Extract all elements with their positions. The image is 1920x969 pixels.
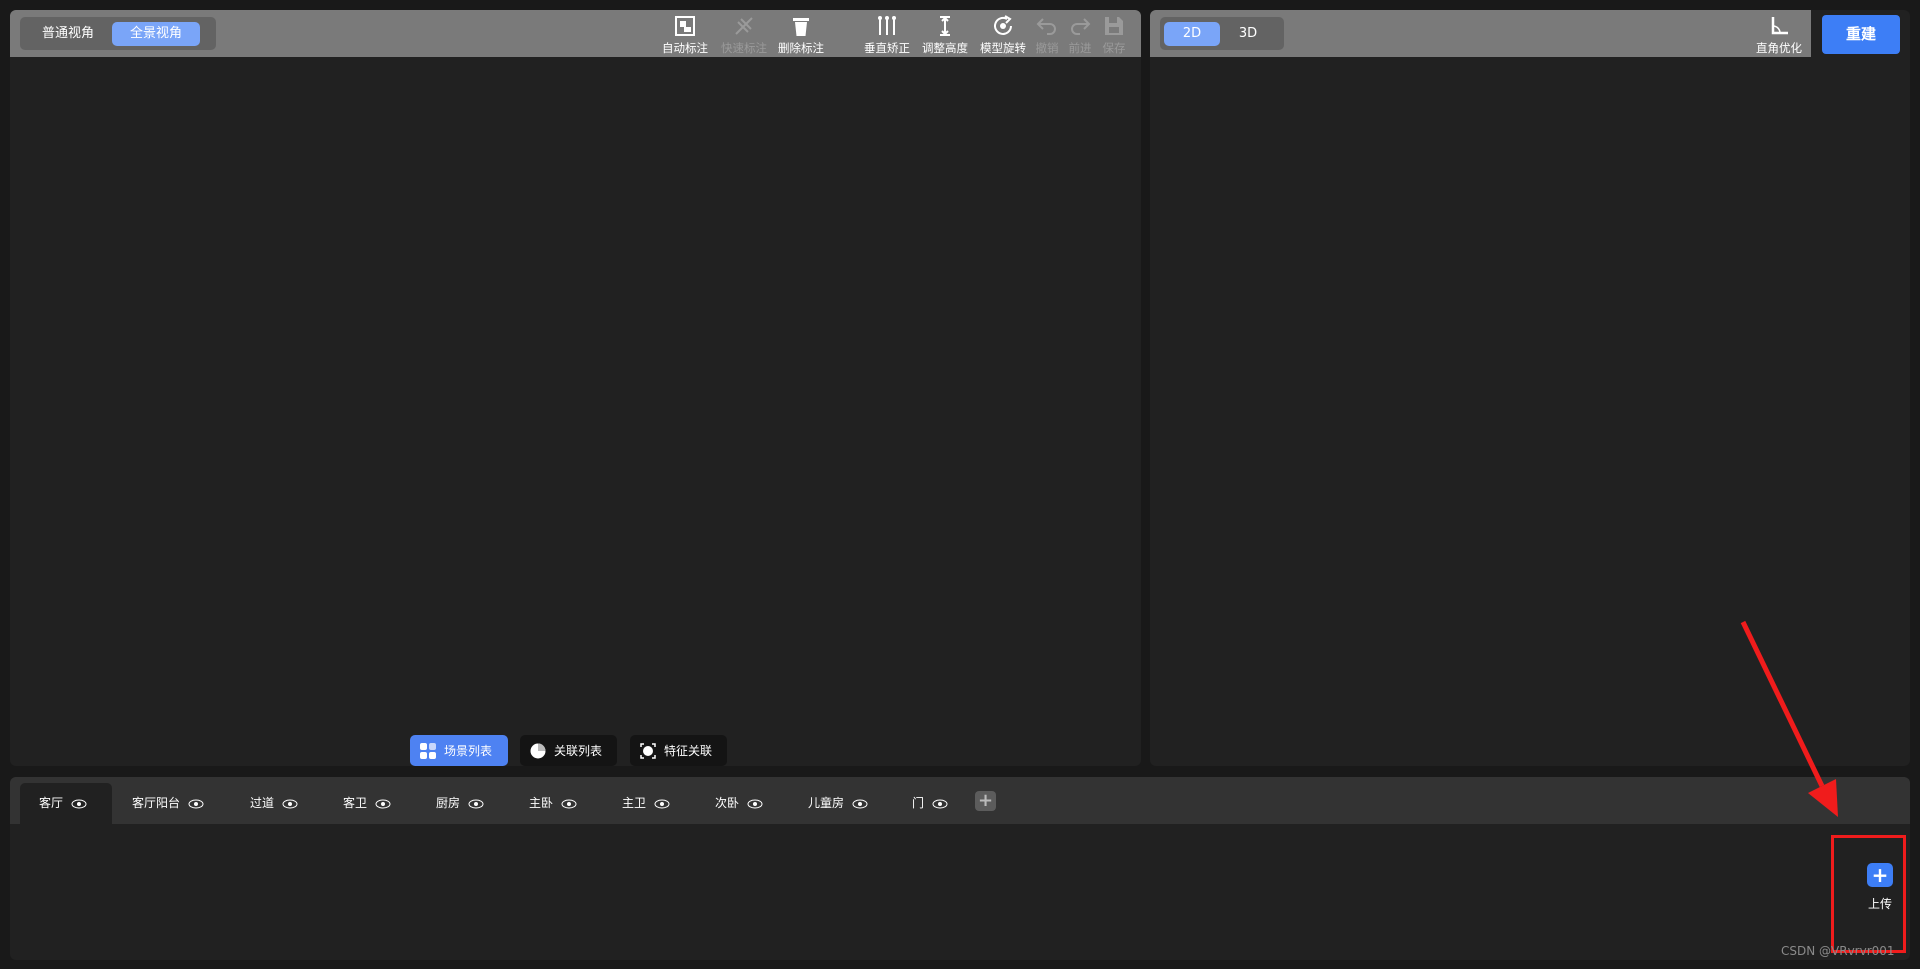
eye-icon [71, 799, 87, 808]
eye-icon [468, 799, 484, 808]
vertical-correct-button[interactable]: 垂直矫正 [858, 13, 916, 55]
view-mode-normal[interactable]: 普通视角 [24, 22, 112, 46]
add-tab-button[interactable]: + [975, 791, 996, 811]
eye-icon [375, 799, 391, 808]
scene-list-icon [420, 742, 436, 759]
dimension-switch: 2D 3D [1160, 17, 1284, 50]
undo-button[interactable]: 撤销 [1030, 13, 1064, 55]
tab-label: 客卫 [343, 796, 368, 810]
scene-list-button[interactable]: 场景列表 [410, 735, 508, 766]
view-mode-switch: 普通视角 全景视角 [20, 17, 216, 50]
auto-mark-button[interactable]: 自动标注 [656, 13, 714, 55]
height-adjust-icon [940, 16, 950, 36]
eye-icon [654, 799, 670, 808]
room-panel: 客厅 客厅阳台 过道 客卫 厨房 主卧 主卫 次卧 儿童房 门 + + 上传 [10, 777, 1910, 960]
eye-icon [932, 799, 948, 808]
tab-label: 客厅阳台 [132, 796, 181, 810]
feature-link-button[interactable]: 特征关联 [630, 735, 727, 766]
redo-icon [1071, 18, 1091, 35]
right-angle-icon [1771, 17, 1788, 35]
tab-label: 厨房 [436, 796, 461, 810]
redo-label: 前进 [1068, 41, 1092, 55]
tab-living-room[interactable]: 客厅 [20, 783, 112, 824]
adjust-height-label: 调整高度 [922, 41, 968, 55]
eye-icon [561, 799, 577, 808]
adjust-height-button[interactable]: 调整高度 [916, 13, 974, 55]
tab-master-bath[interactable]: 主卫 [603, 783, 683, 824]
upload-button[interactable]: + 上传 [1850, 834, 1910, 954]
quick-mark-button[interactable]: 快速标注 [715, 13, 773, 55]
tab-label: 次卧 [715, 796, 740, 810]
right-angle-optimize-button[interactable]: 直角优化 [1750, 13, 1808, 55]
left-toolbar: 普通视角 全景视角 自动标注 快速标注 删除标注 垂直矫正 调整高度 模型旋转 [10, 10, 1141, 57]
upload-label: 上传 [1867, 897, 1892, 911]
vertical-correct-label: 垂直矫正 [864, 41, 910, 55]
eye-icon [852, 799, 868, 808]
dimension-2d[interactable]: 2D [1164, 21, 1220, 46]
tab-kitchen[interactable]: 厨房 [417, 783, 497, 824]
tab-label: 客厅 [39, 796, 64, 810]
watermark: CSDN @VRvrvr001 [1781, 944, 1895, 958]
eye-icon [188, 799, 204, 808]
undo-icon [1036, 18, 1056, 35]
quick-mark-icon [735, 17, 753, 35]
delete-mark-button[interactable]: 删除标注 [772, 13, 830, 55]
link-list-icon [530, 743, 546, 758]
auto-mark-label: 自动标注 [662, 41, 708, 55]
feature-link-label: 特征关联 [664, 744, 713, 758]
tab-label: 过道 [250, 796, 275, 810]
tab-label: 门 [912, 796, 925, 810]
right-angle-optimize-label: 直角优化 [1756, 41, 1802, 55]
save-icon [1105, 17, 1123, 35]
vertical-correct-icon [878, 16, 896, 35]
auto-mark-icon [675, 16, 695, 36]
quick-mark-label: 快速标注 [721, 41, 767, 55]
tab-label: 主卧 [529, 796, 554, 810]
link-list-label: 关联列表 [554, 744, 603, 758]
tab-master-bedroom[interactable]: 主卧 [510, 783, 590, 824]
link-list-button[interactable]: 关联列表 [520, 735, 617, 766]
feature-link-icon [640, 742, 656, 759]
tab-label: 主卫 [622, 796, 647, 810]
eye-icon [282, 799, 298, 808]
save-button[interactable]: 保存 [1097, 13, 1131, 55]
view-mode-panorama[interactable]: 全景视角 [112, 21, 200, 46]
redo-button[interactable]: 前进 [1063, 13, 1097, 55]
room-tab-bar: 客厅 客厅阳台 过道 客卫 厨房 主卧 主卫 次卧 儿童房 门 + [10, 777, 1910, 824]
dimension-3d[interactable]: 3D [1220, 22, 1276, 46]
rotate-icon [994, 15, 1012, 35]
trash-icon [793, 18, 809, 36]
panorama-viewport[interactable]: 普通视角 全景视角 自动标注 快速标注 删除标注 垂直矫正 调整高度 模型旋转 [10, 10, 1141, 766]
rebuild-button[interactable]: 重建 [1822, 15, 1900, 54]
model-rotate-label: 模型旋转 [980, 41, 1026, 55]
model-rotate-button[interactable]: 模型旋转 [974, 13, 1032, 55]
tab-door[interactable]: 门 [893, 783, 963, 824]
undo-label: 撤销 [1035, 41, 1059, 55]
delete-mark-label: 删除标注 [778, 41, 824, 55]
tab-living-balcony[interactable]: 客厅阳台 [113, 783, 205, 824]
eye-icon [747, 799, 763, 808]
tab-label: 儿童房 [808, 796, 845, 810]
tab-guest-bath[interactable]: 客卫 [324, 783, 404, 824]
tab-kids-room[interactable]: 儿童房 [789, 783, 879, 824]
right-toolbar: 2D 3D 直角优化 [1150, 10, 1811, 57]
floorplan-viewport[interactable]: 2D 3D 直角优化 [1150, 10, 1910, 766]
save-label: 保存 [1102, 41, 1126, 55]
tab-corridor[interactable]: 过道 [231, 783, 311, 824]
scene-list-label: 场景列表 [444, 744, 493, 758]
tab-second-bedroom[interactable]: 次卧 [696, 783, 776, 824]
plus-icon: + [1867, 863, 1893, 887]
